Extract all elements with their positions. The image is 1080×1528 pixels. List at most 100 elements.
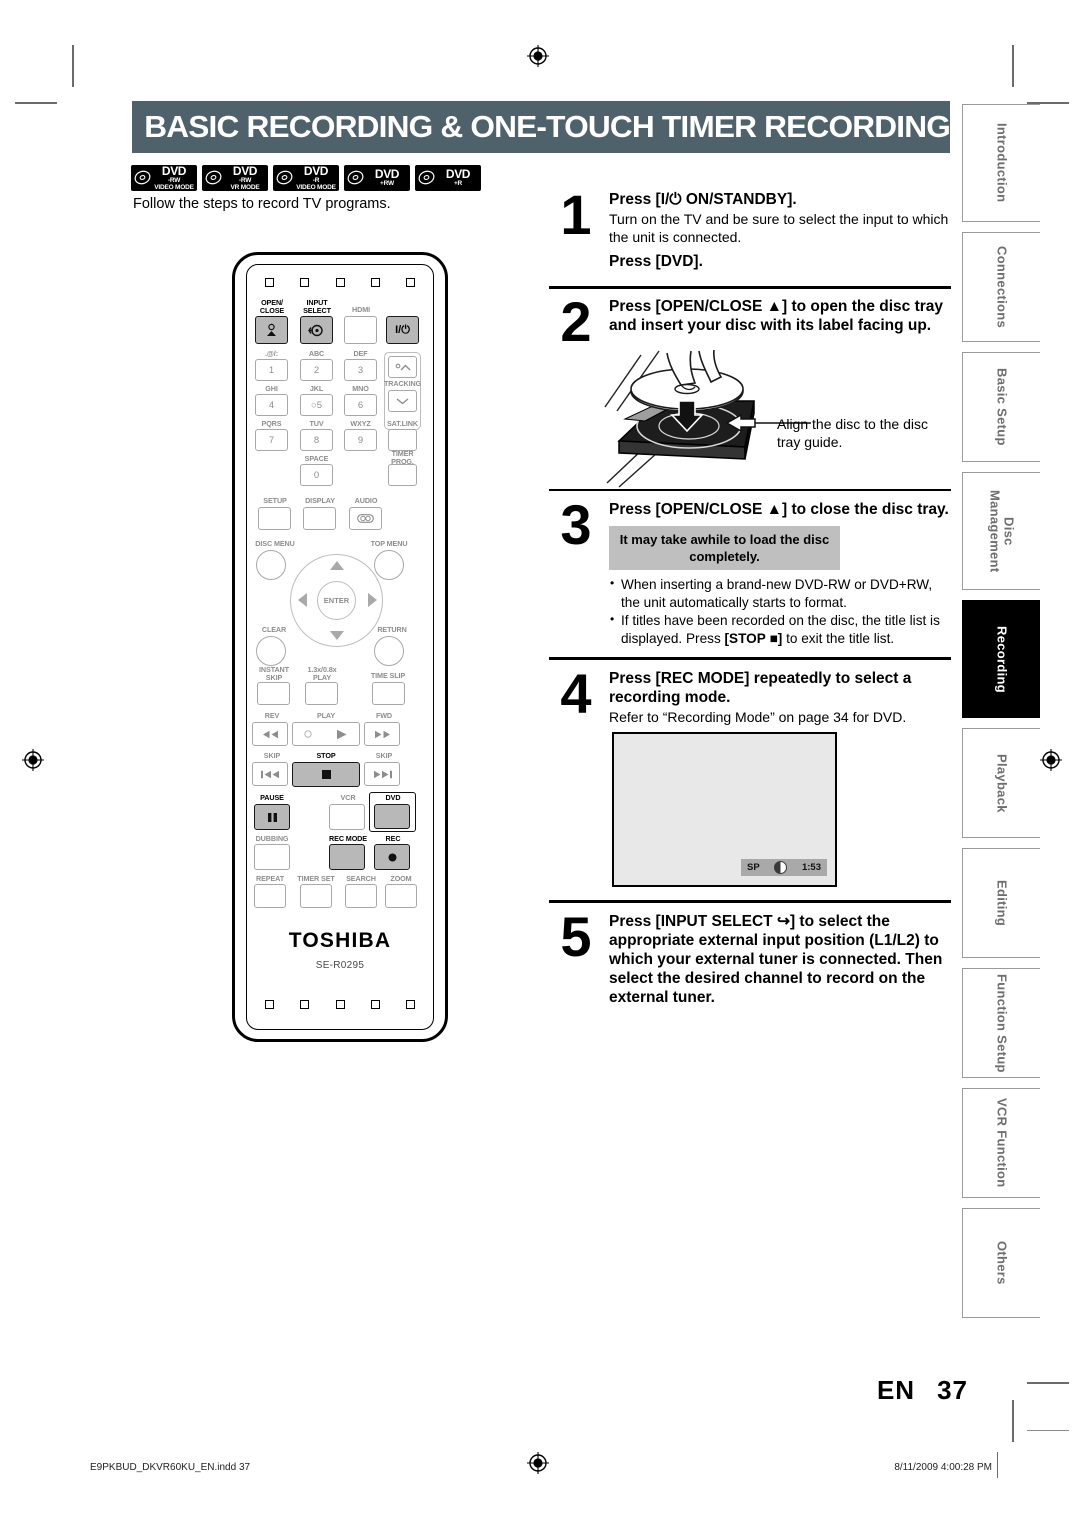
speed-play-button[interactable] [305,682,338,705]
tracking-down-button[interactable] [388,390,417,412]
timer-set-button[interactable] [300,884,332,908]
dpad-right-arrow[interactable] [368,593,377,607]
key-6-button[interactable]: 6 [344,394,377,416]
sidebar-item-basic-setup[interactable]: Basic Setup [962,352,1040,462]
instant-skip-button[interactable] [257,682,290,705]
hdmi-button[interactable] [344,316,377,344]
step-5: 5 Press [INPUT SELECT ↪] to select the a… [549,904,951,1007]
crop-mark-bottom-right-v [1012,1400,1014,1442]
key-3-button[interactable]: 3 [344,359,377,381]
tv-screen-preview: SP 1:53 [612,732,837,887]
brand-logo: TOSHIBA [288,929,392,952]
vent-square [406,278,415,287]
zoom-button[interactable] [385,884,417,908]
sidebar-item-introduction[interactable]: Introduction [962,104,1040,222]
sidebar-item-others[interactable]: Others [962,1208,1040,1318]
audio-button[interactable] [349,507,382,530]
key-8-label: 8 [313,434,320,446]
step-5-number: 5 [560,904,591,968]
dvd-r-video-mode-logo: DVD -R VIDEO MODE [273,165,339,191]
tracking-up-button[interactable] [388,356,417,378]
footer-rule-right [1027,1430,1069,1432]
dvd-button[interactable] [374,804,410,829]
key-4-button[interactable]: 4 [255,394,288,416]
tab-label: Function Setup [994,973,1010,1073]
key-1-button[interactable]: 1 [255,359,288,381]
vent-square [370,1000,380,1009]
open-close-button[interactable] [255,316,288,344]
logo-main-text: DVD [374,167,400,181]
enter-button[interactable]: ENTER [317,581,356,620]
setup-button[interactable] [258,507,291,530]
key-2-button[interactable]: 2 [300,359,333,381]
vent-square [265,278,274,287]
skip-forward-label: SKIP [375,751,393,760]
sidebar-item-playback[interactable]: Playback [962,728,1040,838]
rec-mode-button[interactable] [329,844,365,870]
key-8-button[interactable]: 8 [300,429,333,451]
vent-square [335,278,345,287]
step-1-heading-2: Press [DVD]. [609,253,703,270]
step-2: 2 Press [OPEN/CLOSE ▲] to open the disc … [549,293,951,349]
clear-button[interactable] [256,636,286,666]
step-3-bullet-list: When inserting a brand-new DVD-RW or DVD… [609,575,951,647]
record-ring-icon [304,730,312,738]
dpad-left-arrow[interactable] [298,593,307,607]
step-1-number: 1 [560,183,591,246]
power-on-standby-button[interactable]: I/⏻ [386,316,419,344]
repeat-button[interactable] [254,884,286,908]
step-3-note-box: It may take awhile to load the disc comp… [609,526,840,570]
sidebar-item-vcr-function[interactable]: VCR Function [962,1088,1040,1198]
hdmi-label: HDMI [352,305,370,314]
step-4-heading: Press [REC MODE] repeatedly to select a … [609,669,912,706]
stop-button[interactable] [292,762,360,787]
rec-mode-label: REC MODE [329,834,367,843]
sidebar-item-recording[interactable]: Recording [962,600,1040,718]
dvd-label: DVD [385,793,401,802]
fwd-button[interactable] [364,722,400,746]
skip-forward-button[interactable] [364,762,400,786]
sidebar-item-disc-management[interactable]: Disc Management [962,472,1040,590]
key-0-button[interactable]: 0 [300,464,333,486]
disc-menu-button[interactable] [256,550,286,580]
logo-sub-text: -R [312,176,320,184]
key-6-label: 6 [357,399,364,411]
tab-label: Disc Management [987,489,1017,573]
key-9-button[interactable]: 9 [344,429,377,451]
sidebar-item-editing[interactable]: Editing [962,848,1040,958]
key-7-button[interactable]: 7 [255,429,288,451]
play-button[interactable] [292,722,360,746]
sidebar-item-connections[interactable]: Connections [962,232,1040,342]
sat-link-button[interactable] [388,429,417,451]
footer-timestamp: 8/11/2009 4:00:28 PM [894,1462,992,1473]
remote-control-illustration: OPEN/ CLOSE INPUT SELECT HDMI I/⏻ .@/: 1… [232,252,448,1042]
top-menu-button[interactable] [374,550,404,580]
time-slip-button[interactable] [372,682,405,705]
sidebar-item-function-setup[interactable]: Function Setup [962,968,1040,1078]
display-button[interactable] [303,507,336,530]
step-3-heading: Press [OPEN/CLOSE ▲] to close the disc t… [609,501,949,518]
timer-prog-button[interactable] [388,464,417,486]
align-disc-note: Align the disc to the disc tray guide. [777,415,928,450]
dubbing-button[interactable] [254,844,290,870]
return-button[interactable] [374,636,404,666]
input-select-button[interactable] [300,316,333,344]
vcr-button[interactable] [329,804,365,830]
rec-button[interactable] [374,844,410,870]
logo-main-text: DVD [303,163,329,178]
step-4-number: 4 [560,661,591,725]
dpad-down-arrow[interactable] [330,631,344,640]
rewind-icon [262,730,278,738]
logo-sub-text: +RW [380,180,394,187]
key-5-button[interactable]: ○5 [300,394,333,416]
logo-sub-text: -RW [238,176,252,184]
rev-button[interactable] [252,722,288,746]
model-number: SE-R0295 [315,960,365,971]
vent-square [265,1000,274,1009]
search-button[interactable] [345,884,377,908]
chevron-down-icon [396,398,409,405]
dpad-up-arrow[interactable] [330,561,344,570]
skip-back-button[interactable] [252,762,288,786]
pause-button[interactable] [254,804,290,830]
vent-square [300,278,310,287]
